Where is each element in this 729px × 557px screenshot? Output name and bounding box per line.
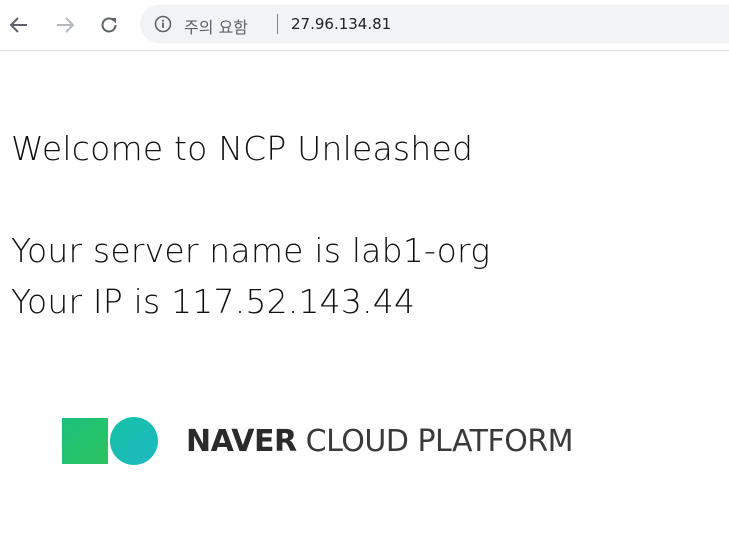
reload-button[interactable] — [96, 12, 122, 38]
address-bar[interactable]: 주의 요함 27.96.134.81 — [140, 5, 729, 43]
logo-mark-icon — [62, 416, 162, 466]
info-circle-icon[interactable] — [154, 15, 172, 33]
forward-button[interactable] — [52, 12, 78, 38]
naver-cloud-platform-logo: NAVER CLOUD PLATFORM — [62, 416, 574, 466]
reload-icon — [101, 17, 117, 33]
page-content: Welcome to NCP Unleashed Your server nam… — [0, 51, 729, 557]
server-ip-text: Your IP is 117.52.143.44 — [11, 282, 416, 321]
logo-circle-shape — [110, 417, 158, 465]
arrow-right-icon — [57, 17, 75, 33]
logo-wordmark-naver: NAVER — [186, 423, 297, 459]
back-button[interactable] — [6, 12, 32, 38]
logo-square-shape — [62, 418, 108, 464]
security-status-label[interactable]: 주의 요함 — [184, 14, 248, 38]
logo-wordmark: NAVER CLOUD PLATFORM — [186, 423, 574, 459]
address-divider — [277, 14, 278, 34]
server-name-text: Your server name is lab1-org — [11, 231, 491, 270]
arrow-left-icon — [9, 17, 27, 33]
logo-wordmark-rest: CLOUD PLATFORM — [305, 423, 574, 459]
url-text[interactable]: 27.96.134.81 — [291, 15, 391, 33]
welcome-heading: Welcome to NCP Unleashed — [11, 129, 474, 168]
browser-toolbar: 주의 요함 27.96.134.81 — [0, 0, 729, 51]
